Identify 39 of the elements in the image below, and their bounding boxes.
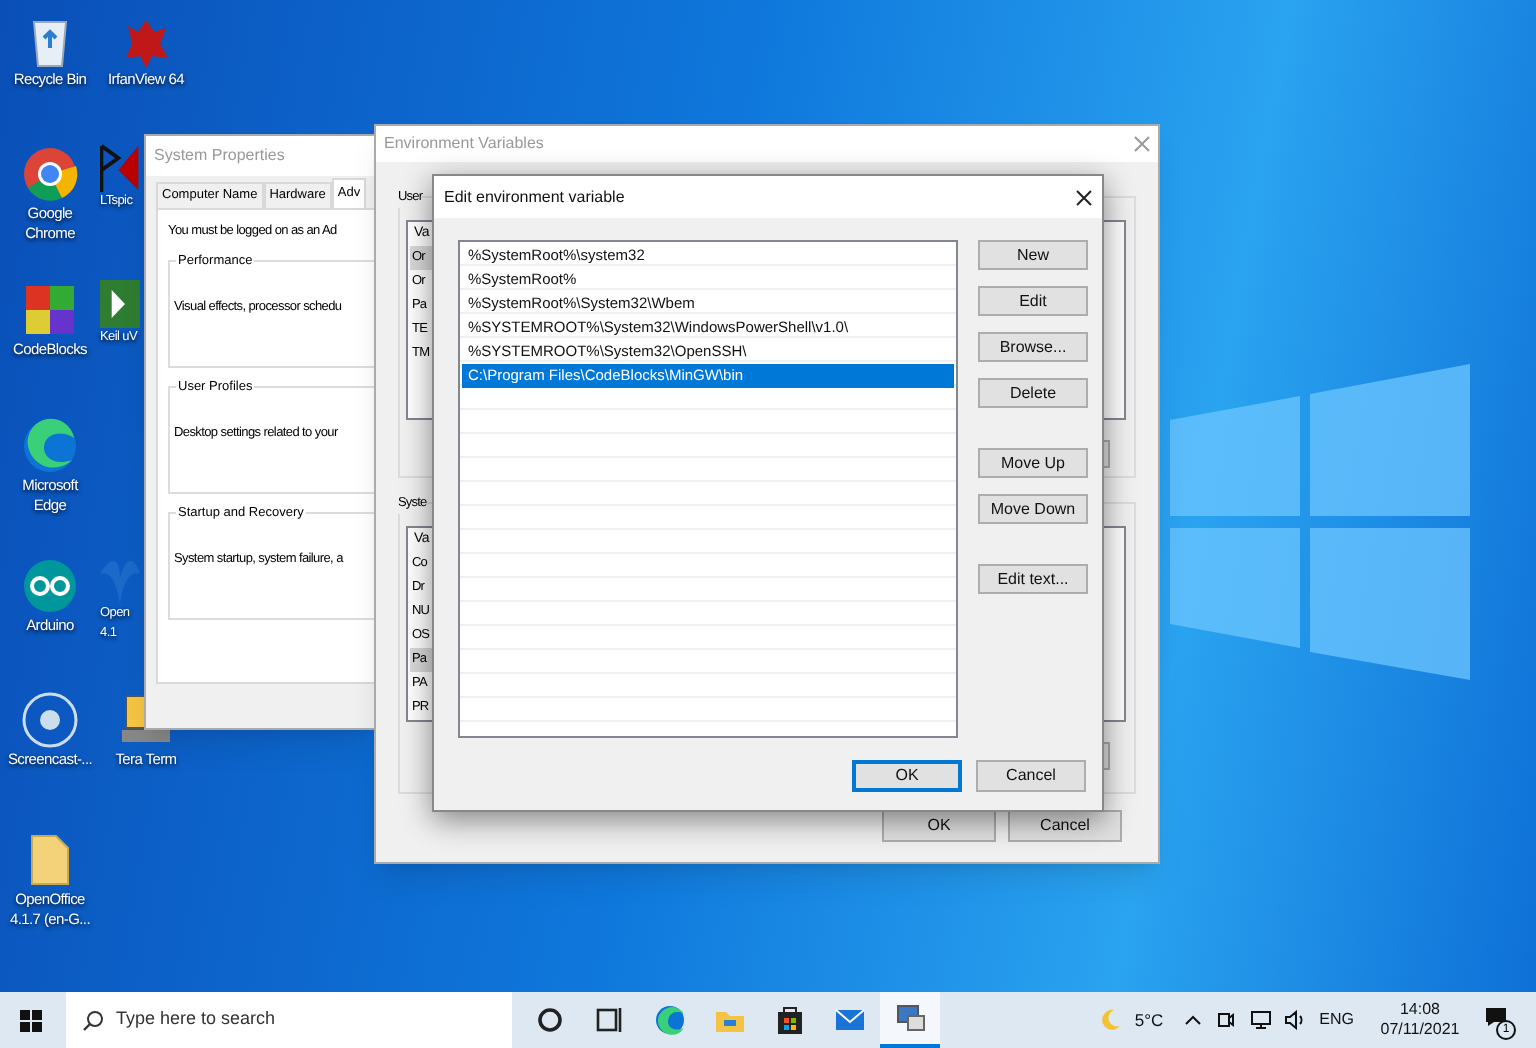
temperature-text: 5°C xyxy=(1134,1007,1164,1033)
ok-button[interactable]: OK xyxy=(882,810,996,842)
close-icon[interactable] xyxy=(1076,189,1092,205)
keil-icon xyxy=(100,280,140,328)
camera-icon[interactable] xyxy=(1215,1010,1236,1030)
computer-icon xyxy=(892,1000,928,1036)
search-input[interactable]: Type here to search xyxy=(116,1006,476,1034)
arduino-icon xyxy=(20,556,80,616)
circle-icon xyxy=(532,1002,568,1038)
ltspice-icon xyxy=(100,144,140,192)
network-icon[interactable] xyxy=(1249,1010,1272,1030)
disc-icon xyxy=(20,690,80,750)
taskbar-button[interactable] xyxy=(880,992,940,1048)
search-field[interactable]: Type here to search xyxy=(66,992,512,1048)
search-icon xyxy=(82,1009,104,1031)
chrome-icon xyxy=(20,144,80,204)
dialog-title: Edit environment variable xyxy=(444,185,625,209)
action-button[interactable]: Move Down xyxy=(978,494,1088,524)
notification-icon[interactable] xyxy=(1484,1006,1508,1028)
action-button[interactable]: Edit text... xyxy=(978,564,1088,594)
action-button[interactable]: Move Up xyxy=(978,448,1088,478)
cancel-button[interactable]: Cancel xyxy=(976,760,1086,792)
window-title: Environment Variables xyxy=(384,132,544,156)
edge-icon xyxy=(20,416,80,476)
speaker-icon[interactable] xyxy=(1283,1010,1306,1030)
action-button[interactable]: Edit xyxy=(978,286,1088,316)
action-button[interactable]: Browse... xyxy=(978,332,1088,362)
action-button[interactable]: New xyxy=(978,240,1088,270)
clock[interactable]: 14:08 07/11/2021 xyxy=(1372,1000,1468,1040)
chevron-up-icon[interactable] xyxy=(1183,1011,1202,1029)
cancel-button[interactable]: Cancel xyxy=(1008,810,1122,842)
blocks-icon xyxy=(20,280,80,340)
window-title: System Properties xyxy=(154,144,285,168)
edge-icon xyxy=(652,1002,688,1038)
language-indicator[interactable]: ENG xyxy=(1319,1008,1354,1032)
ok-button[interactable]: OK xyxy=(852,760,962,792)
action-button[interactable]: Delete xyxy=(978,378,1088,408)
shopping-bag-icon xyxy=(772,1002,808,1038)
windows-start-icon[interactable] xyxy=(20,1009,42,1031)
